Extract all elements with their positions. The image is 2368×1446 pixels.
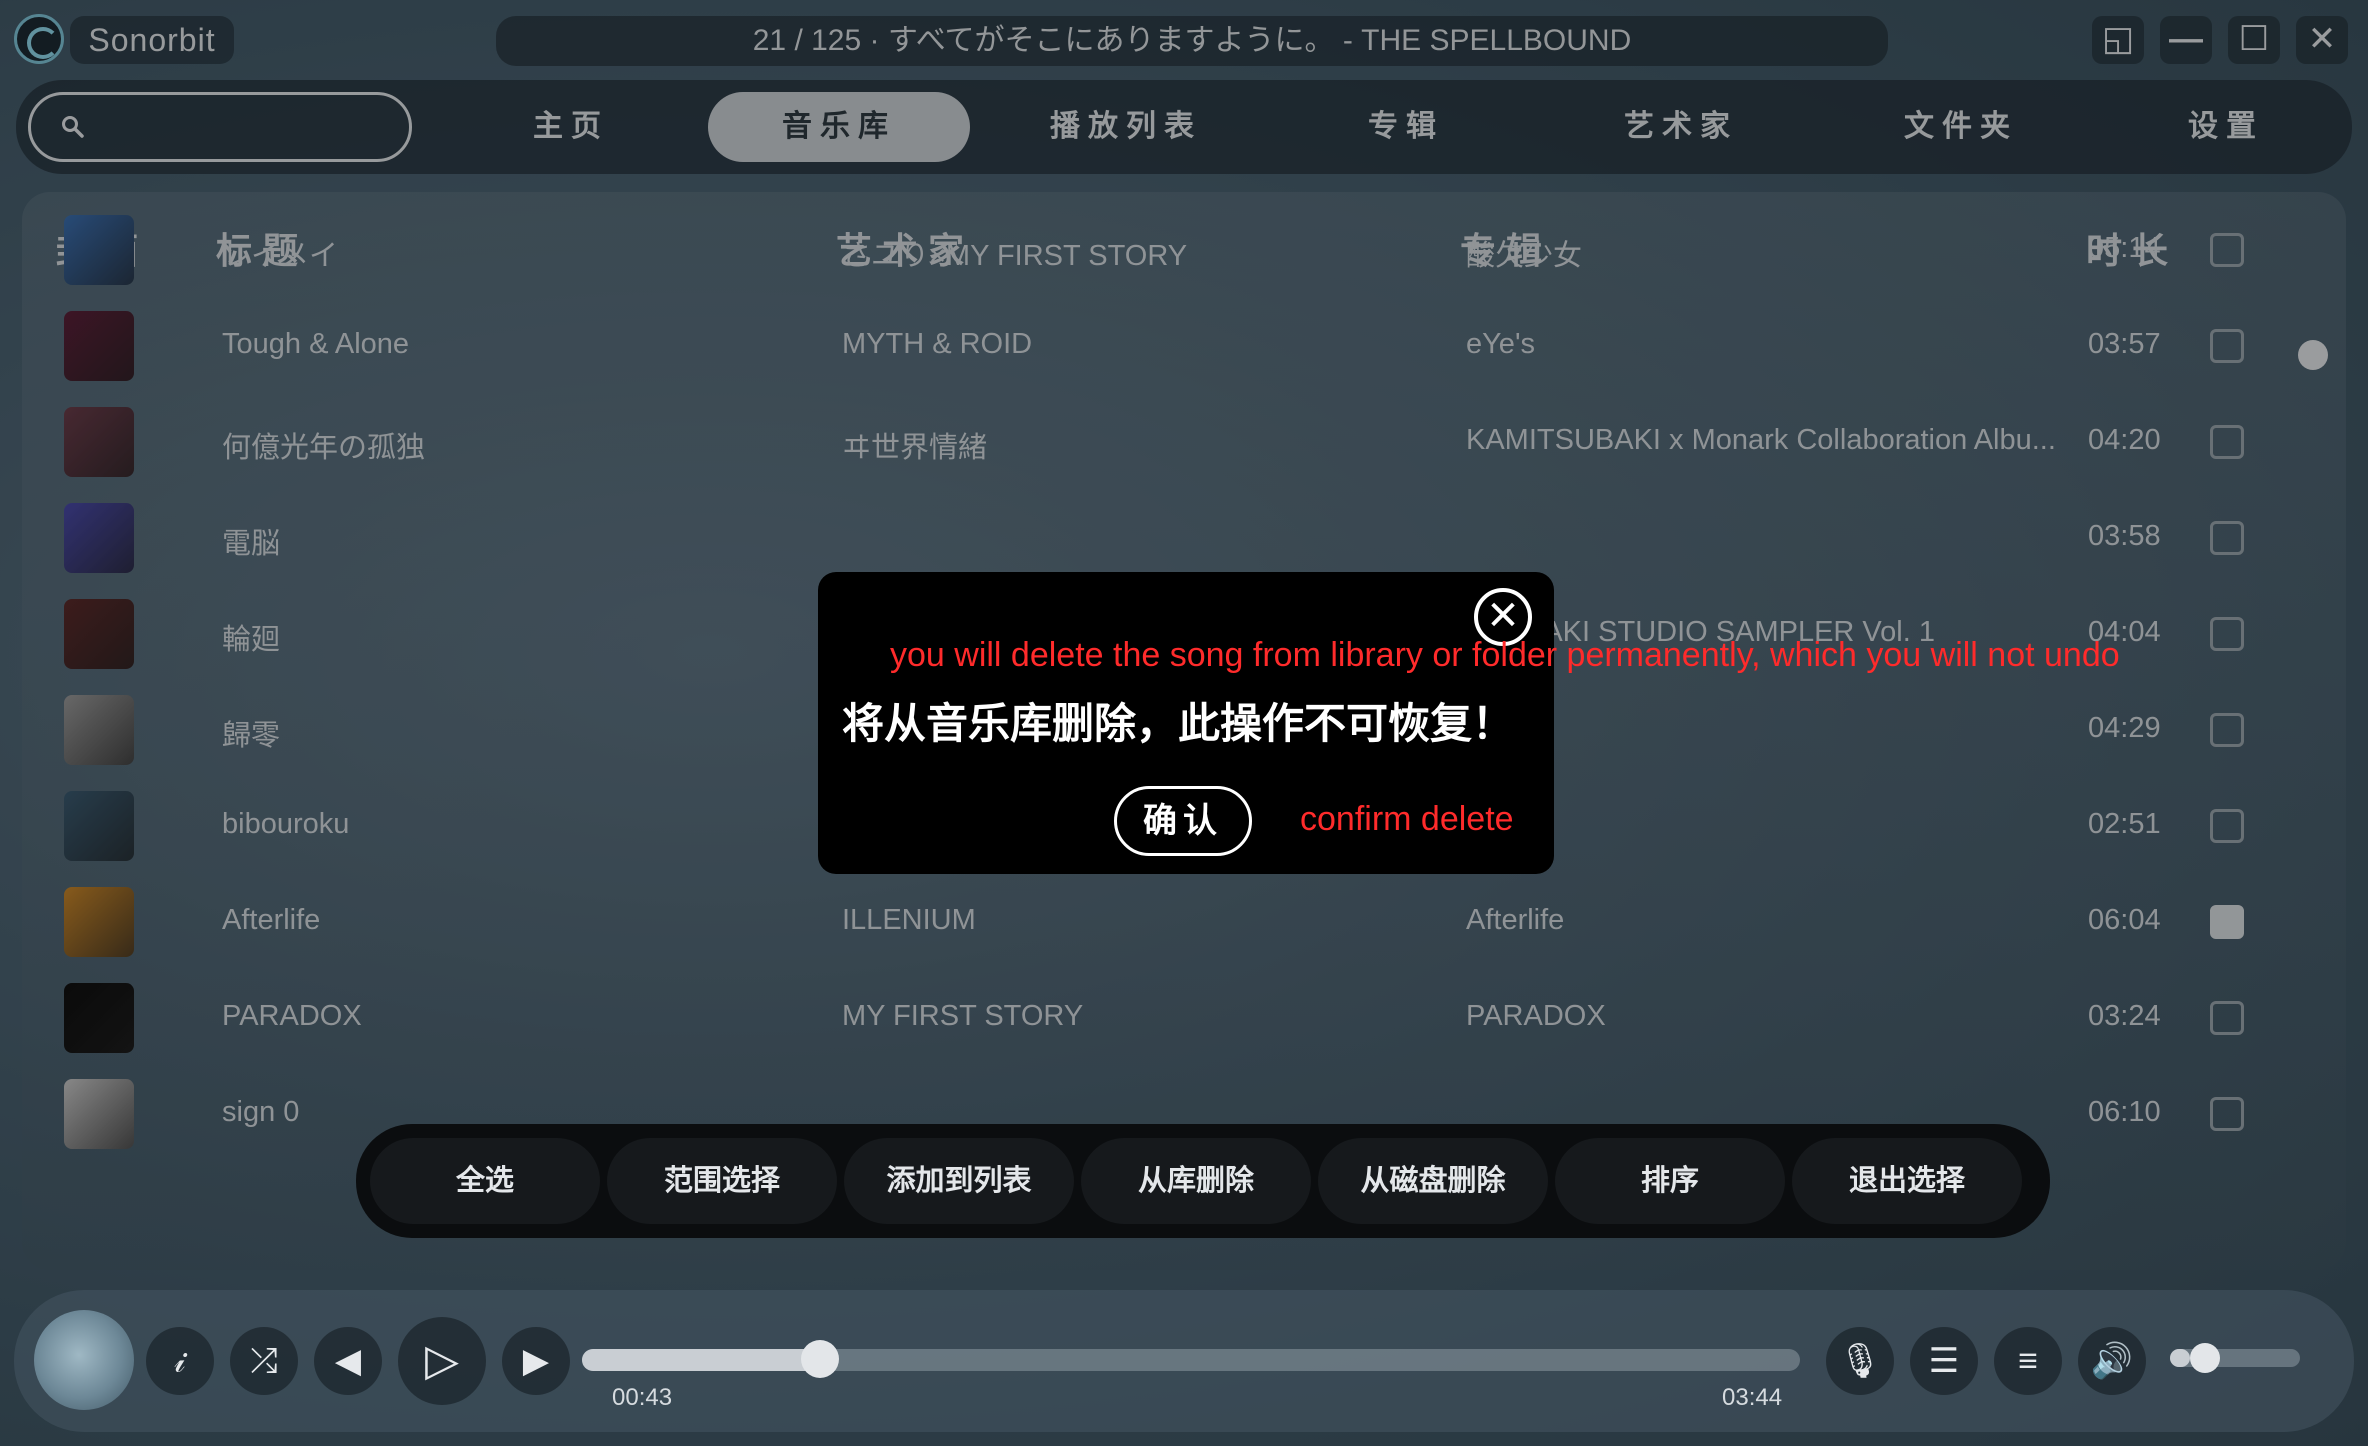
- total-time: 03:44: [1722, 1384, 1783, 1411]
- queue-list-icon[interactable]: ☰: [1910, 1327, 1978, 1395]
- next-track-icon[interactable]: ▶: [502, 1327, 570, 1395]
- elapsed-time: 00:43: [612, 1384, 673, 1411]
- dialog-message: 将从音乐库删除，此操作不可恢复！: [842, 700, 1515, 747]
- progress-fill: [582, 1349, 820, 1371]
- progress-handle[interactable]: [800, 1340, 839, 1378]
- selection-toolbar: 全选 范围选择 添加到列表 从库删除 从磁盘删除 排序 退出选择: [356, 1124, 2050, 1238]
- delete-warning-annotation: you will delete the song from library or…: [890, 636, 2120, 674]
- volume-handle[interactable]: [2189, 1343, 2220, 1373]
- delete-from-disk-button[interactable]: 从磁盘删除: [1318, 1138, 1548, 1224]
- playlist-icon[interactable]: ≡: [1994, 1327, 2062, 1395]
- previous-track-icon[interactable]: ◀: [314, 1327, 382, 1395]
- exit-selection-button[interactable]: 退出选择: [1792, 1138, 2022, 1224]
- lyrics-icon[interactable]: 𝒾: [146, 1327, 214, 1395]
- shuffle-icon[interactable]: ⤮: [230, 1327, 298, 1395]
- volume-fill: [2170, 1349, 2190, 1367]
- confirm-button[interactable]: 确认: [1114, 786, 1252, 856]
- range-select-button[interactable]: 范围选择: [607, 1138, 837, 1224]
- remove-from-library-button[interactable]: 从库删除: [1081, 1138, 1311, 1224]
- progress-bar[interactable]: [582, 1340, 1800, 1378]
- confirm-annotation: confirm delete: [1300, 800, 1514, 838]
- microphone-icon[interactable]: 🎙: [1826, 1327, 1894, 1395]
- volume-slider[interactable]: [2170, 1343, 2300, 1373]
- volume-icon[interactable]: 🔊: [2078, 1327, 2146, 1395]
- sort-button[interactable]: 排序: [1555, 1138, 1785, 1224]
- select-all-button[interactable]: 全选: [370, 1138, 600, 1224]
- now-playing-album-art[interactable]: [34, 1310, 134, 1410]
- play-icon[interactable]: ▷: [398, 1317, 486, 1405]
- add-to-playlist-button[interactable]: 添加到列表: [844, 1138, 1074, 1224]
